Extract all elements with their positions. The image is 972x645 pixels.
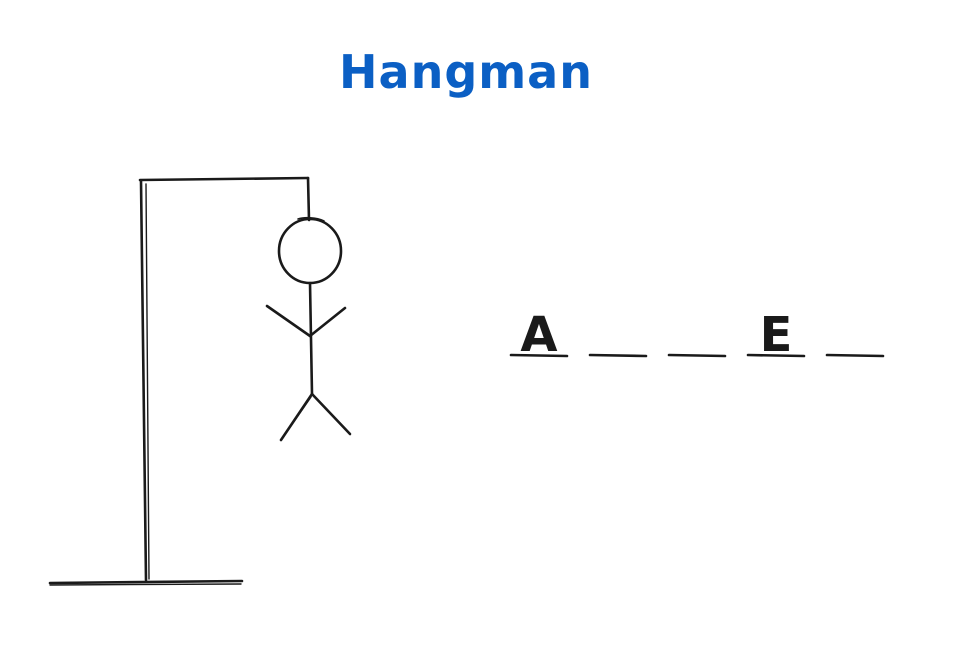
figure-torso bbox=[308, 281, 314, 396]
word-slots: AE bbox=[509, 307, 885, 363]
gallows-beam bbox=[138, 176, 310, 182]
letter-slot bbox=[667, 353, 727, 358]
letter-slot bbox=[825, 353, 885, 358]
game-canvas: Hangman AE bbox=[48, 45, 885, 586]
hangman-figure bbox=[265, 216, 352, 442]
figure-right-arm bbox=[308, 306, 347, 338]
letter-slot-underline bbox=[825, 353, 885, 358]
revealed-letter: E bbox=[760, 307, 793, 363]
gallows-base bbox=[48, 579, 244, 585]
game-title: Hangman bbox=[339, 45, 593, 99]
figure-left-leg-sketch bbox=[283, 396, 312, 437]
revealed-letter: A bbox=[520, 307, 557, 363]
gallows-post bbox=[139, 179, 148, 582]
letter-slot-underline bbox=[667, 353, 727, 358]
figure-head bbox=[277, 217, 343, 285]
letter-slot: A bbox=[509, 307, 569, 363]
gallows-rope bbox=[306, 176, 311, 222]
letter-slot bbox=[588, 353, 648, 358]
gallows bbox=[48, 176, 311, 586]
figure-left-arm bbox=[265, 304, 312, 338]
letter-slot-underline bbox=[588, 353, 648, 358]
figure-right-leg bbox=[310, 392, 352, 436]
letter-slot: E bbox=[746, 307, 806, 363]
gallows-base-sketch bbox=[49, 583, 242, 586]
